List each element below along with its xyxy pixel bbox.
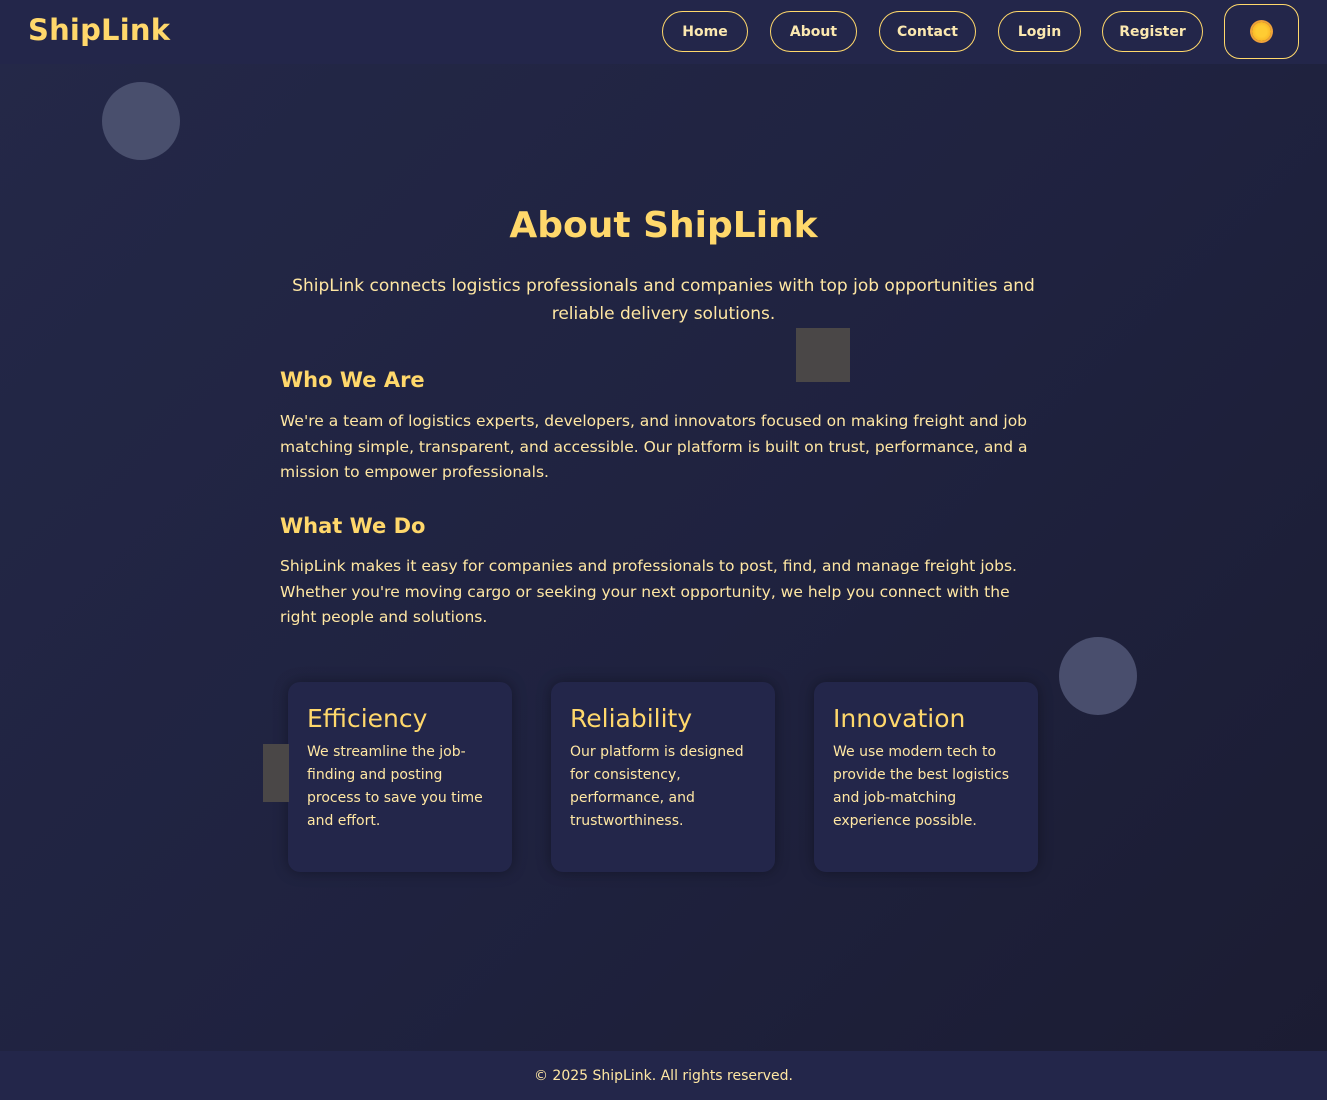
theme-toggle-button[interactable] [1224,4,1299,59]
section-text-who-we-are: We're a team of logistics experts, devel… [280,412,1028,481]
card-text: Our platform is designed for consistency… [570,744,744,829]
card-title: Innovation [833,704,966,733]
nav-contact-button[interactable]: Contact [879,11,976,52]
nav-home-button[interactable]: Home [662,11,748,52]
brand-logo[interactable]: ShipLink [28,13,170,47]
card-title: Reliability [570,704,693,733]
nav-register-button[interactable]: Register [1102,11,1203,52]
navbar: ShipLink Home About Contact Login Regist… [0,0,1327,64]
intro-text: ShipLink connects logistics professional… [292,276,1035,324]
decorative-square [263,744,289,802]
section-heading-who-we-are: Who We Are [280,368,425,392]
nav-about-button[interactable]: About [770,11,857,52]
section-text-what-we-do: ShipLink makes it easy for companies and… [280,557,1017,626]
nav-login-button[interactable]: Login [998,11,1081,52]
section-heading-what-we-do: What We Do [280,514,426,538]
footer-copyright: © 2025 ShipLink. All rights reserved. [533,1067,794,1084]
decorative-square [796,328,850,382]
decorative-circle [1059,637,1137,715]
footer: © 2025 ShipLink. All rights reserved. [0,1051,1327,1100]
page-title: About ShipLink [509,205,818,246]
value-card-innovation: Innovation We use modern tech to provide… [814,682,1038,872]
sun-icon [1252,22,1271,41]
value-card-efficiency: Efficiency We streamline the job-finding… [288,682,512,872]
card-text: We use modern tech to provide the best l… [833,744,1010,829]
value-card-reliability: Reliability Our platform is designed for… [551,682,775,872]
decorative-circle [102,82,180,160]
card-title: Efficiency [307,704,428,733]
card-text: We streamline the job-finding and postin… [307,744,483,829]
